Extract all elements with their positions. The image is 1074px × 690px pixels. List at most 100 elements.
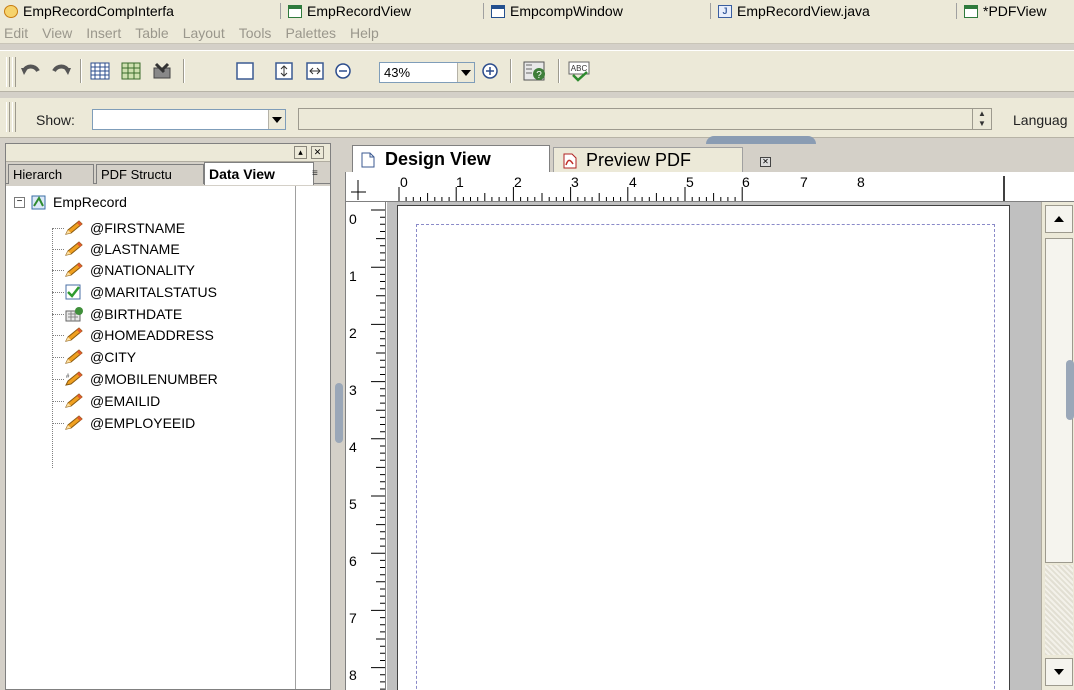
insert-table-button[interactable] (88, 59, 112, 83)
tree-item-homeaddress[interactable]: @HOMEADDRESS (52, 325, 214, 345)
ruler-number: 0 (349, 211, 357, 227)
tree-item-label: @CITY (90, 349, 137, 365)
tab-pdf-structure[interactable]: PDF Structu (96, 164, 204, 184)
toolbar-grip[interactable] (6, 102, 10, 132)
editor-tab-emprecordview-java[interactable]: J EmpRecordView.java (710, 0, 870, 22)
editor-tab-empcompwindow[interactable]: EmpcompWindow (483, 0, 623, 22)
zoom-select[interactable]: 43% (379, 62, 475, 83)
tree-item-mobilenumber[interactable]: # @MOBILENUMBER (52, 369, 218, 389)
tree-item-label: @MARITALSTATUS (90, 284, 217, 300)
script-field[interactable] (298, 108, 978, 130)
tab-design-view[interactable]: Design View (352, 145, 550, 173)
tree-connector (52, 401, 64, 402)
spell-check-button[interactable]: ABC (567, 59, 591, 83)
close-icon[interactable]: ✕ (311, 146, 324, 159)
toolbar-grip[interactable] (12, 102, 16, 132)
design-canvas[interactable] (387, 202, 1041, 690)
table-properties-button[interactable] (119, 59, 143, 83)
editor-tab-emprecordcompinterfa[interactable]: EmpRecordCompInterfa (0, 0, 174, 22)
tree-connector (52, 314, 64, 315)
tree-item-emailid[interactable]: @EMAILID (52, 391, 160, 411)
show-select[interactable] (92, 109, 286, 130)
tree-item-label: @NATIONALITY (90, 262, 195, 278)
expand-collapse-spinner[interactable]: ▲ ▼ (972, 108, 992, 130)
toolbar-separator (80, 59, 82, 83)
menu-view[interactable]: View (42, 25, 72, 41)
zoom-out-icon (335, 63, 351, 79)
tab-data-view[interactable]: Data View (204, 162, 314, 185)
right-splitter-knob[interactable] (1066, 360, 1074, 420)
tree-connector (52, 270, 64, 271)
ruler-number: 6 (349, 553, 357, 569)
ruler-number: 4 (629, 174, 637, 190)
tree-item-nationality[interactable]: @NATIONALITY (52, 260, 195, 280)
menu-help[interactable]: Help (350, 25, 379, 41)
panel-menu-icon[interactable]: ≡ (312, 168, 318, 179)
form-page[interactable] (397, 205, 1010, 690)
tab-preview-pdf[interactable]: Preview PDF (553, 147, 743, 173)
editor-tab-pdfview[interactable]: *PDFView (956, 0, 1047, 22)
collapse-icon[interactable]: − (14, 196, 25, 208)
zoom-in-icon (482, 63, 498, 79)
page-button[interactable] (233, 59, 257, 83)
editor-tab-emprecordview[interactable]: EmpRecordView (279, 0, 411, 22)
redo-button[interactable] (49, 59, 73, 83)
tree-item-label: @FIRSTNAME (90, 220, 186, 236)
zoom-out-button[interactable] (331, 59, 355, 83)
ruler-origin-mark (351, 180, 366, 200)
tree-item-employeeid[interactable]: @EMPLOYEEID (52, 413, 195, 433)
tree-root-label: EmpRecord (53, 194, 127, 210)
zoom-in-button[interactable] (478, 59, 502, 83)
menu-tools[interactable]: Tools (239, 25, 272, 41)
svg-text:ABC: ABC (571, 64, 588, 73)
toolbar-separator (558, 59, 560, 83)
chevron-down-icon[interactable] (457, 63, 474, 82)
vertical-scrollbar[interactable] (1041, 202, 1074, 690)
fit-width-button[interactable] (303, 59, 327, 83)
tree-connector (52, 228, 64, 229)
menu-insert[interactable]: Insert (86, 25, 121, 41)
undo-button[interactable] (19, 59, 43, 83)
tree-item-birthdate[interactable]: @BIRTHDATE (52, 304, 182, 324)
tree-item-label: @MOBILENUMBER (90, 371, 218, 387)
scroll-down-button[interactable] (1045, 658, 1073, 686)
field-help-button[interactable]: ? (523, 59, 547, 83)
tools-icon (153, 62, 171, 79)
tab-label: Data View (209, 166, 275, 182)
close-icon[interactable]: ✕ (760, 157, 771, 167)
tree-root-emprecord[interactable]: − EmpRecord (14, 194, 127, 210)
menu-layout[interactable]: Layout (183, 25, 225, 41)
menu-table[interactable]: Table (135, 25, 168, 41)
splitter-knob[interactable] (335, 383, 343, 443)
scrollbar-track[interactable] (1045, 565, 1073, 655)
tree-item-lastname[interactable]: @LASTNAME (52, 239, 180, 259)
table-tools-button[interactable] (151, 59, 175, 83)
menu-edit[interactable]: Edit (4, 25, 28, 41)
toolbar: 43% ? ABC (0, 50, 1074, 92)
tab-label: PDF Structu (101, 167, 172, 182)
fit-height-button[interactable] (272, 59, 296, 83)
tree-item-city[interactable]: @CITY (52, 347, 137, 367)
panel-splitter[interactable] (333, 143, 345, 690)
tree-connector (52, 249, 64, 250)
tree-connector (52, 292, 64, 293)
tree-item-firstname[interactable]: @FIRSTNAME (52, 218, 186, 238)
chevron-down-icon[interactable] (268, 110, 285, 129)
panel-titlebar: ▴ ✕ (6, 144, 330, 162)
pencil-icon (65, 220, 83, 235)
scroll-up-button[interactable] (1045, 205, 1073, 233)
menu-palettes[interactable]: Palettes (285, 25, 336, 41)
ruler-number: 7 (349, 610, 357, 626)
menu-bar: Edit View Insert Table Layout Tools Pale… (0, 22, 1074, 44)
minimize-icon[interactable]: ▴ (294, 146, 307, 159)
data-tree: − EmpRecord @FIRSTNAME @LASTNAME @NATION… (6, 186, 296, 689)
tree-item-maritalstatus[interactable]: @MARITALSTATUS (52, 282, 217, 302)
page-margin-guide (416, 224, 995, 690)
tab-hierarchy[interactable]: Hierarch (8, 164, 94, 184)
window-icon (491, 4, 505, 18)
redo-icon (52, 64, 71, 75)
help-icon: ? (523, 61, 545, 81)
toolbar-grip[interactable] (6, 57, 10, 87)
toolbar-grip[interactable] (12, 57, 16, 87)
tree-connector (52, 379, 64, 380)
